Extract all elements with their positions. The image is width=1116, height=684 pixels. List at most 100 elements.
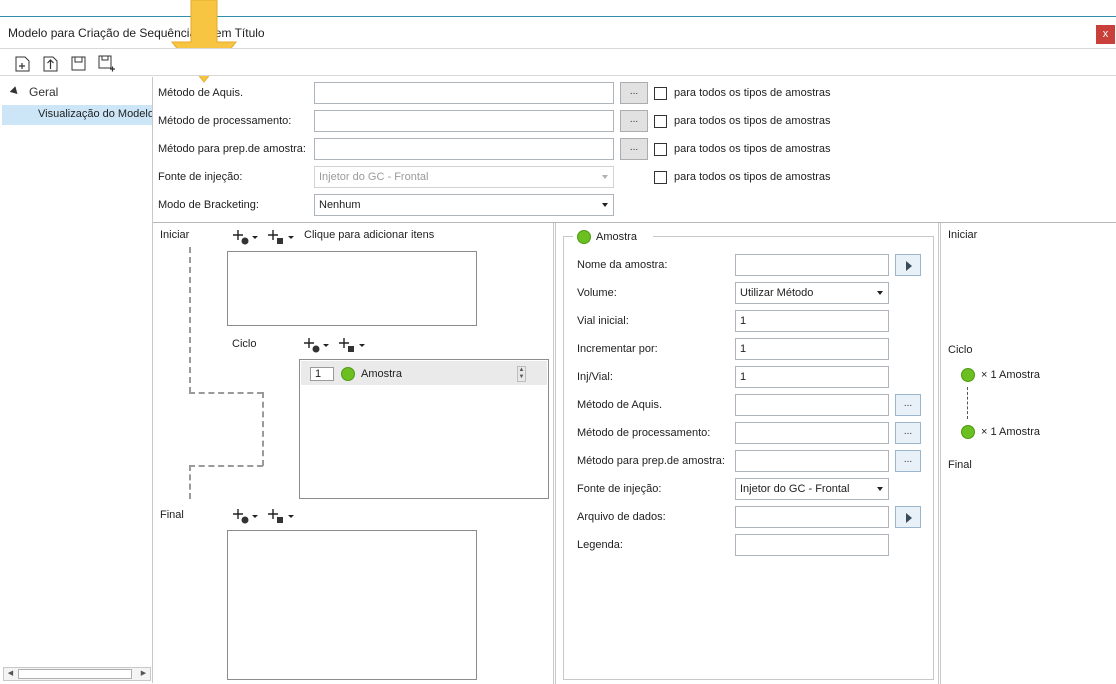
- sample-prep-browse-button[interactable]: ...: [895, 450, 921, 472]
- final-add-icons[interactable]: [230, 507, 302, 525]
- injection-source-label: Fonte de injeção:: [158, 171, 243, 183]
- legend-label: Legenda:: [577, 539, 623, 551]
- inj-per-vial-label: Inj/Vial:: [577, 371, 613, 383]
- data-file-label: Arquivo de dados:: [577, 511, 666, 523]
- cycle-item-count[interactable]: 1: [310, 367, 334, 381]
- acq-all-types-checkbox[interactable]: [654, 87, 667, 100]
- injection-source-value: Injetor do GC - Frontal: [319, 171, 429, 183]
- save-as-icon[interactable]: [97, 54, 116, 73]
- inj-all-types-checkbox[interactable]: [654, 171, 667, 184]
- legend-field[interactable]: [735, 534, 889, 556]
- sample-acq-field[interactable]: [735, 394, 889, 416]
- cycle-items-box[interactable]: 1 Amostra ▲ ▼: [299, 359, 549, 499]
- tree-item-geral[interactable]: Geral: [9, 85, 59, 99]
- save-icon[interactable]: [69, 54, 88, 73]
- panel-splitter[interactable]: [938, 223, 941, 684]
- open-icon[interactable]: [41, 54, 60, 73]
- reorder-icon[interactable]: ▲ ▼: [517, 366, 526, 382]
- preview-item-1: × 1 Amostra: [981, 369, 1041, 381]
- scroll-right-icon[interactable]: ▶: [137, 668, 150, 680]
- chevron-down-icon: [877, 487, 883, 491]
- proc-method-label: Método de processamento:: [158, 115, 292, 127]
- data-file-field[interactable]: [735, 506, 889, 528]
- play-icon: [906, 261, 912, 271]
- add-items-icons[interactable]: [230, 228, 302, 246]
- horizontal-scrollbar[interactable]: ◀ ▶: [3, 667, 151, 681]
- prep-method-field[interactable]: [314, 138, 614, 160]
- new-icon[interactable]: [13, 54, 32, 73]
- sample-name-field[interactable]: [735, 254, 889, 276]
- preview-connector: [967, 387, 968, 419]
- scroll-left-icon[interactable]: ◀: [4, 668, 17, 680]
- sample-acq-label: Método de Aquis.: [577, 399, 663, 411]
- play-icon: [906, 513, 912, 523]
- increment-label: Incrementar por:: [577, 343, 658, 355]
- sample-inj-value: Injetor do GC - Frontal: [740, 483, 850, 495]
- start-vial-label: Vial inicial:: [577, 315, 629, 327]
- cycle-item-name: Amostra: [361, 368, 402, 380]
- sample-proc-field[interactable]: [735, 422, 889, 444]
- acq-all-types-label: para todos os tipos de amostras: [674, 87, 831, 99]
- flow-line: [189, 465, 263, 467]
- prep-method-label: Método para prep.de amostra:: [158, 143, 306, 155]
- prep-all-types-label: para todos os tipos de amostras: [674, 143, 831, 155]
- section-divider: [153, 222, 1116, 223]
- sequence-final-label: Final: [160, 509, 184, 521]
- group-title: Amostra: [596, 231, 637, 243]
- start-items-box[interactable]: [227, 251, 477, 326]
- prep-all-types-checkbox[interactable]: [654, 143, 667, 156]
- tree-root-label: Geral: [29, 85, 59, 99]
- group-header: Amostra: [573, 229, 653, 245]
- data-file-variable-button[interactable]: [895, 506, 921, 528]
- flow-line: [189, 465, 191, 499]
- bracketing-select[interactable]: Nenhum: [314, 194, 614, 216]
- chevron-down-icon: [877, 291, 883, 295]
- preview-item-2: × 1 Amostra: [981, 426, 1041, 438]
- add-items-hint: Clique para adicionar itens: [304, 229, 435, 241]
- sample-inj-label: Fonte de injeção:: [577, 483, 662, 495]
- sample-icon: [961, 425, 975, 439]
- tree-item-label: Visualização do Modelo: [38, 108, 152, 120]
- expand-icon[interactable]: [9, 86, 21, 97]
- final-items-box[interactable]: [227, 530, 477, 680]
- flow-line: [189, 392, 263, 394]
- tree-item-visualizacao[interactable]: Visualização do Modelo: [2, 105, 152, 125]
- bracketing-label: Modo de Bracketing:: [158, 199, 259, 211]
- volume-value: Utilizar Método: [740, 287, 814, 299]
- bracketing-value: Nenhum: [319, 199, 361, 211]
- close-button[interactable]: x: [1096, 25, 1115, 44]
- increment-field[interactable]: 1: [735, 338, 889, 360]
- preview-final-label: Final: [948, 459, 972, 471]
- panel-splitter[interactable]: [553, 223, 556, 684]
- navigation-tree: Geral Visualização do Modelo ◀ ▶: [1, 77, 153, 683]
- cycle-add-icons[interactable]: [301, 336, 373, 354]
- chevron-down-icon: [602, 203, 608, 207]
- sample-icon: [577, 230, 591, 244]
- sample-proc-browse-button[interactable]: ...: [895, 422, 921, 444]
- proc-browse-button[interactable]: ...: [620, 110, 648, 132]
- injection-source-select[interactable]: Injetor do GC - Frontal: [314, 166, 614, 188]
- sample-prep-label: Método para prep.de amostra:: [577, 455, 725, 467]
- sequence-start-label: Iniciar: [160, 229, 190, 241]
- volume-label: Volume:: [577, 287, 617, 299]
- inj-all-types-label: para todos os tipos de amostras: [674, 171, 831, 183]
- sample-inj-select[interactable]: Injetor do GC - Frontal: [735, 478, 889, 500]
- start-vial-field[interactable]: 1: [735, 310, 889, 332]
- prep-browse-button[interactable]: ...: [620, 138, 648, 160]
- scroll-thumb[interactable]: [18, 669, 132, 679]
- proc-all-types-checkbox[interactable]: [654, 115, 667, 128]
- sample-proc-label: Método de processamento:: [577, 427, 711, 439]
- acq-method-field[interactable]: [314, 82, 614, 104]
- inj-per-vial-field[interactable]: 1: [735, 366, 889, 388]
- acq-browse-button[interactable]: ...: [620, 82, 648, 104]
- volume-select[interactable]: Utilizar Método: [735, 282, 889, 304]
- cycle-item-row[interactable]: 1 Amostra ▲ ▼: [301, 361, 547, 385]
- sample-name-label: Nome da amostra:: [577, 259, 668, 271]
- proc-method-field[interactable]: [314, 110, 614, 132]
- sample-acq-browse-button[interactable]: ...: [895, 394, 921, 416]
- sample-icon: [961, 368, 975, 382]
- chevron-down-icon: [602, 175, 608, 179]
- insert-variable-button[interactable]: [895, 254, 921, 276]
- sample-prep-field[interactable]: [735, 450, 889, 472]
- toolbar: [0, 48, 1116, 76]
